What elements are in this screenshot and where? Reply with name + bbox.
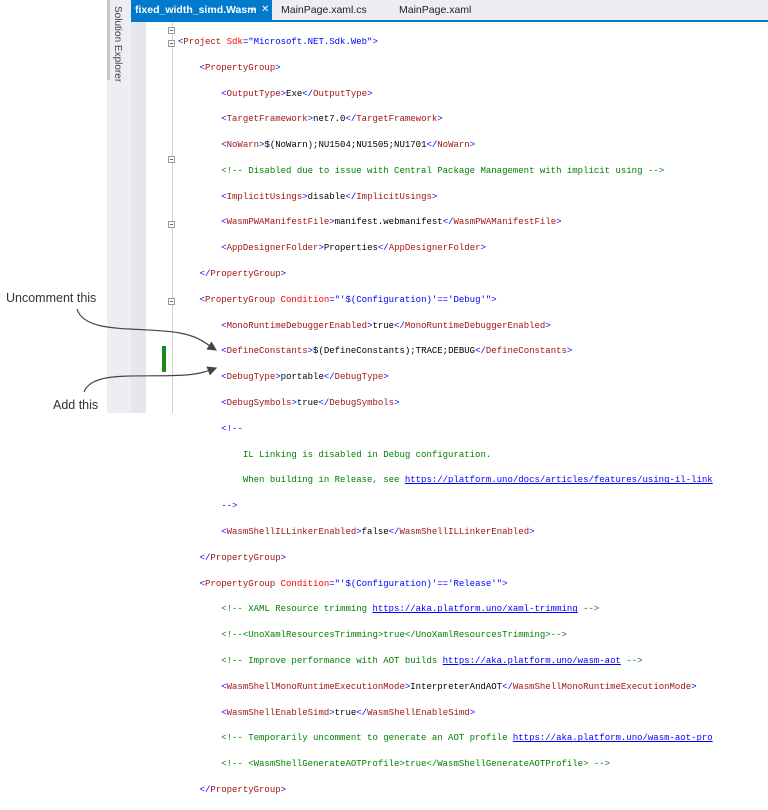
link[interactable]: https://platform.uno/docs/articles/featu… [405, 475, 713, 485]
code-line: IL Linking is disabled in Debug configur… [178, 449, 713, 462]
code-token: PropertyGroup [210, 785, 281, 796]
code-line: <WasmShellMonoRuntimeExecutionMode>Inter… [178, 681, 713, 694]
code-token: > [280, 552, 287, 563]
code-token: <!--<UnoXamlResourcesTrimming>true</UnoX… [221, 630, 567, 641]
code-token: --> [577, 604, 600, 615]
code-token: false [361, 527, 389, 538]
code-line: <!-- <WasmShellGenerateAOTProfile>true</… [178, 758, 713, 771]
code-token: ="'$(Configuration)'=='Release'" [329, 578, 503, 589]
arrow-add [83, 366, 218, 393]
code-token: --> [620, 656, 643, 667]
code-token: <!-- Temporarily uncomment to generate a… [221, 733, 513, 744]
code-token: WasmShellEnableSimd [226, 707, 330, 718]
code-token: </ [199, 552, 211, 563]
code-token: PropertyGroup [210, 552, 281, 563]
code-token: WasmShellMonoRuntimeExecutionMode [226, 681, 405, 692]
code-line: </PropertyGroup> [178, 784, 713, 797]
code-token: <!-- [221, 423, 243, 434]
code-line: <!-- [178, 423, 713, 436]
code-line: <WasmShellILLinkerEnabled>false</WasmShe… [178, 526, 713, 539]
arrow-uncomment [76, 308, 218, 351]
code-token: > [529, 527, 535, 538]
code-token: --> [221, 501, 238, 512]
code-line: <!--<UnoXamlResourcesTrimming>true</UnoX… [178, 629, 713, 642]
code-token: </ [356, 707, 368, 718]
code-token: </ [502, 681, 513, 692]
code-token: WasmShellEnableSimd [367, 707, 470, 718]
code-token: WasmShellMonoRuntimeExecutionMode [512, 681, 692, 692]
code-token: IL Linking is disabled in Debug configur… [242, 449, 492, 460]
code-line: </PropertyGroup> [178, 552, 713, 565]
code-line: <!-- Improve performance with AOT builds… [178, 655, 713, 668]
code-token: When building in Release, see [242, 475, 405, 486]
link[interactable]: https://aka.platform.uno/xaml-trimming [372, 604, 577, 614]
code-line: <PropertyGroup Condition="'$(Configurati… [178, 578, 713, 591]
code-token: InterpreterAndAOT [410, 681, 503, 692]
code-token: <!-- Improve performance with AOT builds [221, 656, 443, 667]
code-token: > [502, 578, 508, 589]
code-token: PropertyGroup [205, 578, 276, 589]
code-token: <!-- <WasmShellGenerateAOTProfile>true</… [221, 759, 611, 770]
link[interactable]: https://aka.platform.uno/wasm-aot-pro [513, 733, 713, 743]
code-token: > [691, 681, 697, 692]
code-token: <!-- XAML Resource trimming [221, 604, 373, 615]
code-token: </ [388, 527, 400, 538]
code-line: When building in Release, see https://pl… [178, 474, 713, 487]
code-line: --> [178, 500, 713, 513]
code-token: </ [199, 785, 211, 796]
code-line: <WasmShellEnableSimd>true</WasmShellEnab… [178, 707, 713, 720]
code-token: Condition [275, 578, 330, 589]
code-token: > [469, 707, 476, 718]
code-token: true [334, 707, 357, 718]
link[interactable]: https://aka.platform.uno/wasm-aot [443, 656, 621, 666]
code-token: WasmShellILLinkerEnabled [226, 527, 357, 538]
code-line: <!-- Temporarily uncomment to generate a… [178, 732, 713, 745]
annotation-arrows [76, 308, 218, 393]
code-token: > [280, 785, 287, 796]
code-token: WasmShellILLinkerEnabled [399, 527, 530, 538]
code-line: <!-- XAML Resource trimming https://aka.… [178, 603, 713, 616]
